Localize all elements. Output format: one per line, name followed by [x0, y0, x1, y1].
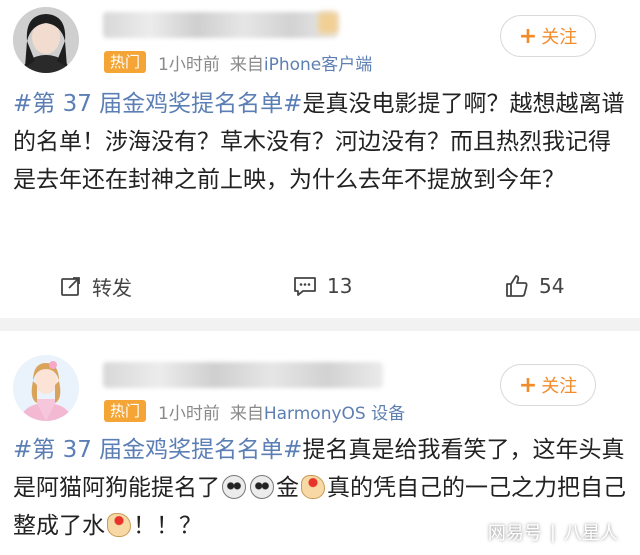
comment-count: 13 [327, 274, 353, 298]
repost-button[interactable]: 转发 [60, 272, 132, 301]
post-text-part2: 金 [276, 475, 299, 501]
username-blurred[interactable] [103, 362, 383, 388]
source-prefix: 来自 [229, 54, 264, 75]
watermark: 网易号 | 八星人 [488, 519, 618, 545]
post-time: 1小时前 [158, 54, 220, 75]
post-card-1: 热门 1小时前 来自 iPhone客户端 + 关注 #第 37 届金鸡奖提名名单… [0, 0, 640, 318]
post-time: 1小时前 [158, 403, 220, 424]
repost-icon [61, 277, 80, 296]
topic-hashtag[interactable]: #第 37 届金鸡奖提名名单# [13, 91, 302, 117]
plus-icon: + [518, 23, 538, 49]
plus-icon: + [518, 372, 538, 398]
thumbs-up-icon [506, 275, 528, 297]
hot-badge: 热门 [104, 51, 147, 73]
panda-emoji-icon [250, 475, 274, 499]
source-prefix: 来自 [229, 403, 264, 424]
username-blurred[interactable] [103, 12, 338, 38]
source-client[interactable]: HarmonyOS 设备 [264, 399, 405, 424]
chicken-emoji-icon [301, 475, 325, 499]
watermark-right: 八星人 [564, 523, 618, 544]
watermark-left: 网易号 [487, 523, 542, 544]
action-bar: 转发 13 54 [0, 266, 640, 306]
comment-icon [294, 277, 316, 296]
post-card-2: 热门 1小时前 来自 HarmonyOS 设备 + 关注 #第 37 届金鸡奖提… [0, 331, 640, 555]
like-count: 54 [539, 274, 565, 298]
comment-button[interactable]: 13 [293, 274, 352, 298]
post-separator [0, 318, 640, 331]
post-meta: 热门 1小时前 来自 HarmonyOS 设备 [104, 398, 405, 424]
follow-button[interactable]: + 关注 [500, 364, 596, 406]
follow-label: 关注 [541, 27, 578, 48]
watermark-separator: | [549, 521, 556, 543]
source-client[interactable]: iPhone客户端 [264, 50, 372, 75]
post-text-part4: ！！？ [133, 513, 202, 539]
post-meta: 热门 1小时前 来自 iPhone客户端 [104, 49, 372, 75]
follow-button[interactable]: + 关注 [500, 15, 596, 57]
avatar[interactable] [13, 7, 79, 73]
follow-label: 关注 [541, 376, 578, 397]
avatar[interactable] [13, 355, 79, 421]
chicken-emoji-icon [107, 513, 131, 537]
post-content: #第 37 届金鸡奖提名名单#是真没电影提了啊？越想越离谱的名单！涉海没有？草木… [13, 85, 628, 199]
topic-hashtag[interactable]: #第 37 届金鸡奖提名名单# [13, 437, 302, 463]
username-blur-accent [318, 12, 338, 34]
like-button[interactable]: 54 [505, 274, 564, 298]
repost-label: 转发 [92, 275, 132, 300]
hot-badge: 热门 [104, 400, 147, 422]
panda-emoji-icon [222, 475, 246, 499]
